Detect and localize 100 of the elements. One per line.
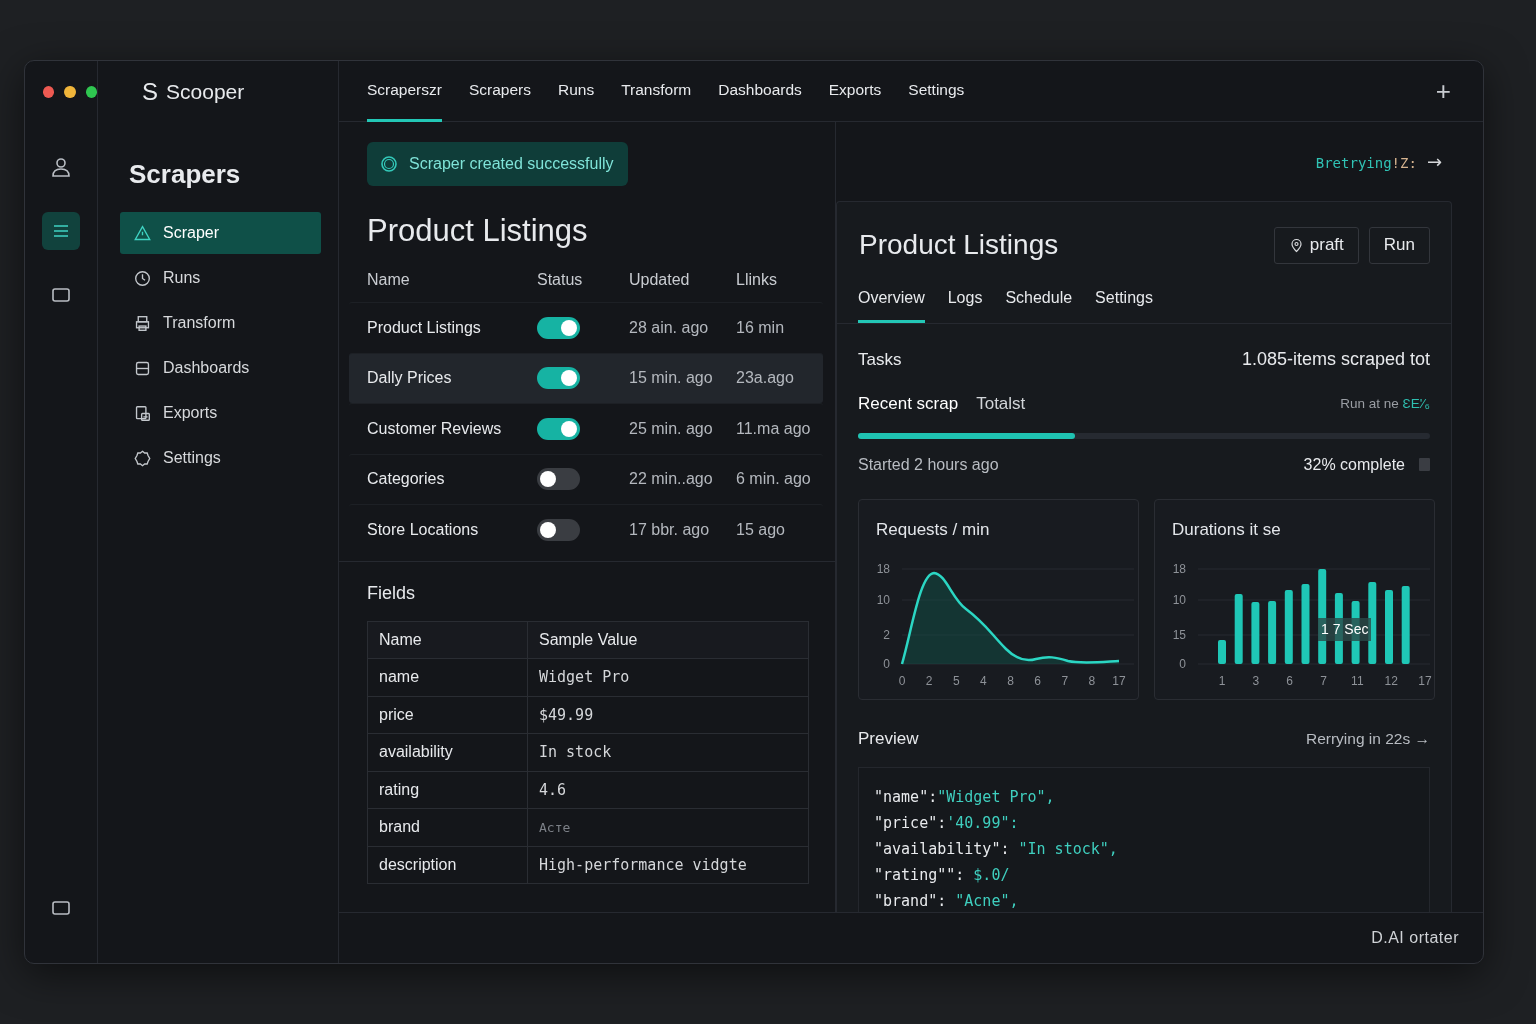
table-row[interactable]: Categories 22 min..ago 6 min. ago — [349, 453, 823, 505]
nav-tab[interactable]: Exports — [828, 61, 882, 122]
table-row[interactable]: Store Locations 17 bbr. ago 15 ago — [349, 504, 823, 555]
items-count: 1.085-items scraped tot — [1241, 348, 1430, 371]
subtab[interactable]: Totalst — [976, 391, 1026, 417]
table-cell-text: brand — [378, 817, 421, 838]
code-line: "availability": "In stock", — [874, 839, 1119, 860]
bar — [1218, 640, 1226, 664]
column-header: Name — [367, 270, 411, 291]
table-cell-text: 28 ain. ago — [629, 317, 710, 338]
chart-tooltip: 1 7 Sec — [1318, 617, 1372, 641]
person-icon — [51, 157, 71, 177]
toggle-switch[interactable] — [537, 518, 580, 541]
section-title: Tasks — [858, 348, 902, 371]
axis-label: 2 — [883, 628, 890, 642]
table-cell-text: Categories — [367, 469, 446, 490]
nav-tab[interactable]: Dashboards — [718, 61, 802, 122]
table-cell-text: Customer Reviews — [367, 418, 503, 439]
nav-tab[interactable]: Scrapers — [468, 61, 531, 122]
sidebar-item[interactable]: Scraper — [120, 212, 321, 254]
table-cell-text: Product Listings — [367, 317, 482, 338]
nav-tab[interactable]: Settings — [908, 61, 965, 122]
column-header: Llinks — [736, 270, 778, 291]
sidebar-item[interactable]: Dashboards — [120, 347, 321, 389]
table-row[interactable]: Dally Prices 15 min. ago 23a.ago — [349, 352, 823, 404]
toggle-switch[interactable] — [537, 367, 580, 390]
table-cell: 4.6 — [527, 771, 808, 809]
table-cell-text: availability — [378, 742, 454, 763]
code-line: "name":"Widget Pro", — [874, 787, 1056, 808]
close-dot[interactable] — [43, 85, 55, 98]
table-cell-text: 25 min. ago — [629, 418, 714, 439]
panel-tab[interactable]: Settings — [1095, 286, 1153, 323]
axis-label: 18 — [876, 562, 890, 576]
table-cell: In stock — [527, 734, 808, 771]
axis-label: 10 — [1172, 593, 1186, 607]
run-button[interactable]: Run — [1368, 226, 1430, 264]
minimize-dot[interactable] — [64, 85, 76, 98]
chart-title: Durations it se — [1172, 518, 1282, 541]
table-row[interactable]: Customer Reviews 25 min. ago 11.ma ago — [349, 403, 823, 454]
clock-icon — [134, 269, 151, 287]
column-header: Sample Value — [527, 621, 808, 659]
code-line: "brand": "Acne", — [874, 891, 1020, 912]
table-row[interactable]: Product Listings 28 ain. ago 16 min — [349, 302, 823, 353]
column-header: Name — [378, 629, 423, 650]
toggle-switch[interactable] — [537, 468, 580, 491]
square-icon — [51, 898, 71, 918]
retry-link[interactable]: Bretrying!Z: → — [1315, 148, 1442, 175]
nav-tab[interactable]: Runs — [557, 61, 595, 122]
warning-icon — [134, 224, 151, 242]
axis-label: 8 — [1088, 674, 1096, 688]
table-cell: Widget Pro — [527, 659, 808, 696]
subtab[interactable]: Recent scrap — [858, 391, 959, 417]
axis-label: 7 — [1320, 674, 1327, 688]
table-cell-text: 22 min..ago — [629, 469, 714, 490]
nav-tab[interactable]: Transform — [621, 61, 692, 122]
rail-button[interactable] — [42, 212, 80, 250]
axis-label: 1 — [1218, 674, 1226, 688]
pin-icon — [1288, 237, 1304, 253]
panel-tab[interactable]: Schedule — [1005, 286, 1073, 323]
table-cell-text: Dally Prices — [367, 368, 453, 389]
stack-icon — [134, 359, 151, 377]
panel-title: Product Listings — [859, 228, 1059, 262]
bar — [1234, 594, 1243, 664]
spinner-icon — [379, 154, 399, 174]
bar — [1268, 601, 1277, 664]
retry-link[interactable]: Rerrying in 22s → — [1305, 726, 1430, 750]
axis-label: 0 — [883, 657, 890, 671]
chart-title: Requests / min — [876, 518, 991, 541]
axis-label: 17 — [1112, 674, 1126, 688]
toggle-switch[interactable] — [537, 417, 580, 440]
axis-label: 6 — [1286, 674, 1293, 688]
table-cell-text: Store Locations — [367, 519, 480, 540]
maximize-dot[interactable] — [85, 85, 97, 98]
nav-tab[interactable]: Scraperszr — [367, 61, 442, 122]
column-header: Updated — [629, 270, 691, 291]
axis-label: 12 — [1384, 674, 1398, 688]
success-toast: Scraper created successfully — [367, 142, 628, 186]
draft-button[interactable]: praft — [1273, 226, 1359, 264]
toggle-switch[interactable] — [537, 316, 580, 339]
panel-tab[interactable]: Logs — [947, 286, 983, 323]
axis-label: 7 — [1061, 674, 1069, 688]
table-cell: Асте — [527, 809, 808, 846]
sidebar-item[interactable]: Runs — [120, 257, 321, 299]
sidebar-item[interactable]: Transform — [120, 302, 321, 344]
sidebar-item[interactable]: Exports — [120, 392, 321, 434]
started-text: Started 2 hours ago — [858, 454, 999, 475]
table-cell-text: rating — [378, 779, 421, 800]
table-cell: $49.99 — [527, 696, 808, 734]
table-cell-text: price — [378, 704, 415, 725]
table-cell: High-performance vidgte — [527, 846, 808, 884]
axis-label: 8 — [1007, 674, 1014, 688]
run-info: Run at ne ƐE'⁄₆ — [1340, 394, 1430, 413]
printer-icon — [134, 314, 151, 332]
sidebar-item[interactable]: Settings — [120, 437, 321, 479]
add-button[interactable]: + — [1429, 61, 1457, 121]
footer-text: D.AI ortater — [1371, 928, 1459, 948]
axis-label: 0 — [1179, 657, 1186, 671]
panel-tab[interactable]: Overview — [858, 286, 925, 323]
app-name: Scooper — [166, 78, 245, 105]
table-cell-text: 6 min. ago — [736, 469, 812, 490]
